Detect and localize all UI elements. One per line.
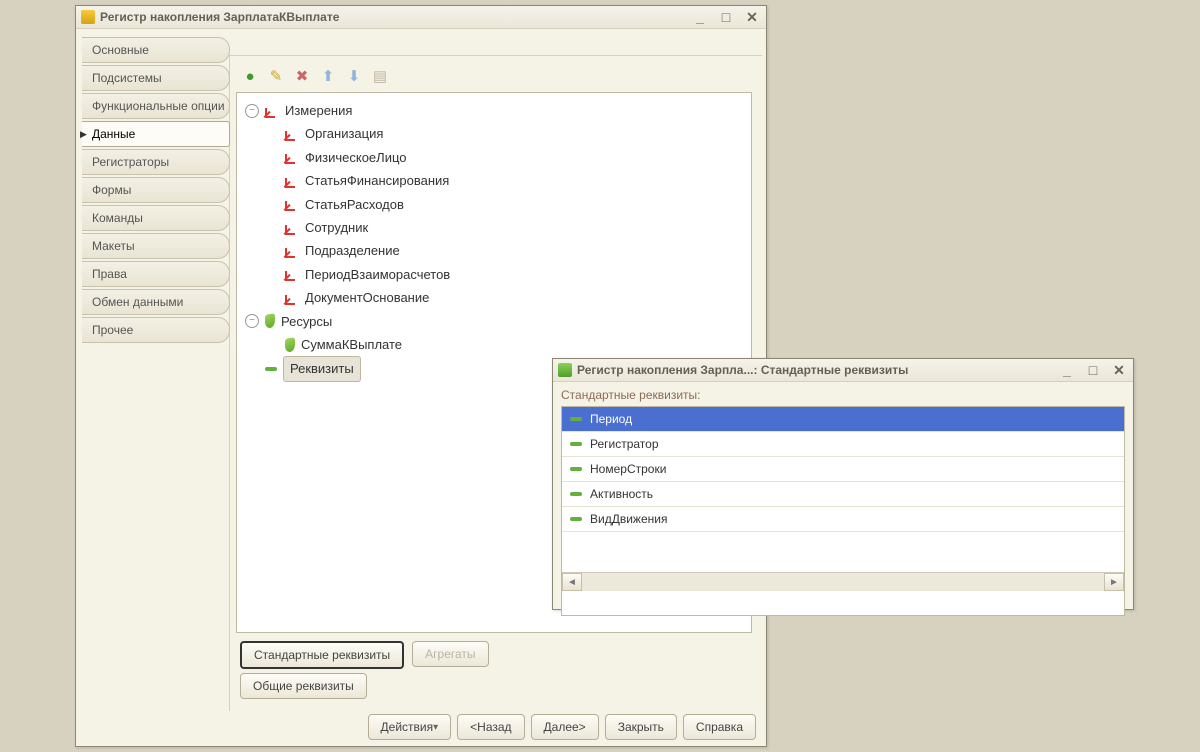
requisites-icon [265, 367, 277, 371]
expander-resources[interactable] [245, 314, 259, 328]
dimension-icon [285, 221, 299, 235]
footer: Действия <Назад Далее> Закрыть Справка [368, 714, 756, 740]
sidebar-tab-rights[interactable]: Права [82, 261, 230, 287]
requisite-icon [570, 442, 582, 446]
sidebar-tab-commands[interactable]: Команды [82, 205, 230, 231]
dim-item[interactable]: СтатьяФинансирования [305, 169, 449, 192]
dimension-icon [285, 127, 299, 141]
dimension-icon [285, 174, 299, 188]
add-button[interactable]: ● [240, 66, 260, 86]
dimensions-icon [265, 104, 279, 118]
popup-minimize-button[interactable]: _ [1057, 362, 1077, 378]
dim-item[interactable]: Подразделение [305, 239, 400, 262]
sidebar-tab-data[interactable]: Данные [82, 121, 230, 147]
scroll-right-button[interactable]: ► [1104, 573, 1124, 591]
back-button[interactable]: <Назад [457, 714, 524, 740]
resource-icon [285, 337, 295, 352]
resources-icon [265, 314, 275, 329]
list-item[interactable]: Период [562, 407, 1124, 432]
maximize-button[interactable]: □ [716, 9, 736, 25]
actions-button[interactable]: Действия [368, 714, 452, 740]
sidebar-tab-other[interactable]: Прочее [82, 317, 230, 343]
dimension-icon [285, 267, 299, 281]
dimension-icon [285, 150, 299, 164]
requisite-icon [570, 467, 582, 471]
dimensions-label: Измерения [285, 99, 352, 122]
sidebar: Основные Подсистемы Функциональные опции… [76, 29, 230, 711]
dim-item[interactable]: СтатьяРасходов [305, 193, 404, 216]
app-icon [80, 9, 96, 25]
list-item[interactable]: НомерСтроки [562, 457, 1124, 482]
standard-requisites-button[interactable]: Стандартные реквизиты [240, 641, 404, 669]
dim-item[interactable]: Организация [305, 122, 383, 145]
popup-maximize-button[interactable]: □ [1083, 362, 1103, 378]
sidebar-tab-main[interactable]: Основные [82, 37, 230, 63]
requisite-icon [570, 517, 582, 521]
requisite-icon [570, 492, 582, 496]
list-item[interactable]: ВидДвижения [562, 507, 1124, 532]
list-item[interactable]: Активность [562, 482, 1124, 507]
close-wizard-button[interactable]: Закрыть [605, 714, 677, 740]
standard-requisites-window: Регистр накопления Зарпла...: Стандартны… [552, 358, 1134, 610]
scroll-left-button[interactable]: ◄ [562, 573, 582, 591]
delete-button[interactable]: ✖ [292, 66, 312, 86]
resources-label: Ресурсы [281, 310, 332, 333]
popup-icon [557, 362, 573, 378]
minimize-button[interactable]: _ [690, 9, 710, 25]
dim-item[interactable]: ПериодВзаиморасчетов [305, 263, 450, 286]
dimension-icon [285, 197, 299, 211]
requisites-list[interactable]: Период Регистратор НомерСтроки Активност… [561, 406, 1125, 616]
move-down-button[interactable]: ⬇ [344, 66, 364, 86]
properties-button[interactable]: ▤ [370, 66, 390, 86]
sidebar-tab-functional-options[interactable]: Функциональные опции [82, 93, 230, 119]
requisites-label[interactable]: Реквизиты [283, 356, 361, 381]
dim-item[interactable]: ДокументОснование [305, 286, 429, 309]
next-button[interactable]: Далее> [531, 714, 599, 740]
popup-title: Регистр накопления Зарпла...: Стандартны… [577, 363, 1057, 377]
move-up-button[interactable]: ⬆ [318, 66, 338, 86]
edit-button[interactable]: ✎ [266, 66, 286, 86]
popup-close-button[interactable]: ✕ [1109, 362, 1129, 378]
common-requisites-button[interactable]: Общие реквизиты [240, 673, 367, 699]
sidebar-tab-subsystems[interactable]: Подсистемы [82, 65, 230, 91]
expander-dimensions[interactable] [245, 104, 259, 118]
horizontal-scrollbar[interactable]: ◄ ► [562, 572, 1124, 591]
sidebar-tab-exchange[interactable]: Обмен данными [82, 289, 230, 315]
toolbar: ● ✎ ✖ ⬆ ⬇ ▤ [236, 64, 752, 92]
close-button[interactable]: ✕ [742, 9, 762, 25]
main-title: Регистр накопления ЗарплатаКВыплате [100, 10, 690, 24]
main-titlebar[interactable]: Регистр накопления ЗарплатаКВыплате _ □ … [76, 6, 766, 29]
sidebar-tab-registrators[interactable]: Регистраторы [82, 149, 230, 175]
sidebar-tab-templates[interactable]: Макеты [82, 233, 230, 259]
dimension-icon [285, 291, 299, 305]
popup-titlebar[interactable]: Регистр накопления Зарпла...: Стандартны… [553, 359, 1133, 382]
dim-item[interactable]: Сотрудник [305, 216, 368, 239]
list-item[interactable]: Регистратор [562, 432, 1124, 457]
requisite-icon [570, 417, 582, 421]
help-button[interactable]: Справка [683, 714, 756, 740]
dim-item[interactable]: ФизическоеЛицо [305, 146, 407, 169]
sidebar-tab-forms[interactable]: Формы [82, 177, 230, 203]
popup-label: Стандартные реквизиты: [561, 388, 1125, 402]
resource-item[interactable]: СуммаКВыплате [301, 333, 402, 356]
dimension-icon [285, 244, 299, 258]
aggregates-button: Агрегаты [412, 641, 488, 667]
